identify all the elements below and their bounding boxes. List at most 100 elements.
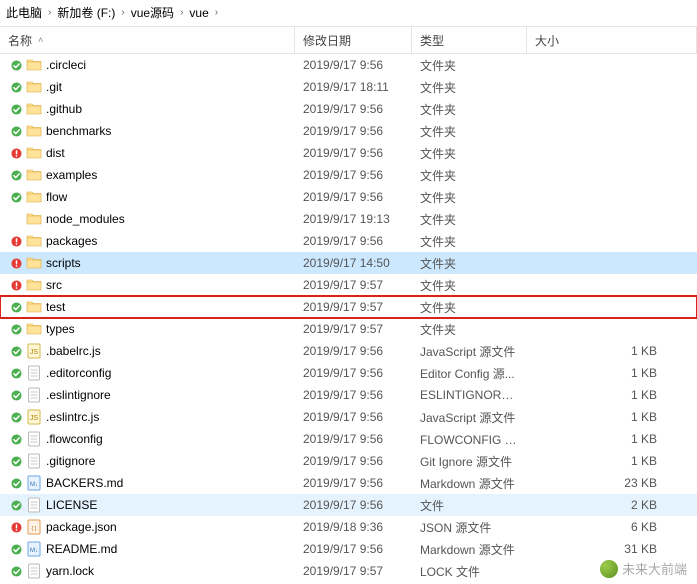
status-ok-icon: [10, 411, 22, 423]
cell-type: FLOWCONFIG 文...: [412, 431, 527, 448]
status-ok-icon: [10, 367, 22, 379]
status-ok-icon: [10, 81, 22, 93]
status-ok-icon: [10, 433, 22, 445]
cell-date: 2019/9/17 9:56: [295, 234, 412, 248]
cell-date: 2019/9/17 9:56: [295, 102, 412, 116]
cell-type: 文件夹: [412, 145, 527, 162]
file-row[interactable]: types2019/9/17 9:57文件夹: [0, 318, 697, 340]
cell-type: LOCK 文件: [412, 563, 527, 580]
cell-date: 2019/9/17 9:56: [295, 146, 412, 160]
folder-icon: [26, 145, 42, 161]
cell-date: 2019/9/17 9:56: [295, 542, 412, 556]
cell-type: Markdown 源文件: [412, 475, 527, 492]
cell-size: 1 KB: [527, 410, 697, 424]
file-name: benchmarks: [46, 124, 111, 138]
file-name: BACKERS.md: [46, 476, 123, 490]
status-ok-icon: [10, 191, 22, 203]
cell-date: 2019/9/17 9:56: [295, 124, 412, 138]
header-size[interactable]: 大小: [527, 27, 697, 53]
file-row[interactable]: .git2019/9/17 18:11文件夹: [0, 76, 697, 98]
file-row[interactable]: .editorconfig2019/9/17 9:56Editor Config…: [0, 362, 697, 384]
file-row[interactable]: flow2019/9/17 9:56文件夹: [0, 186, 697, 208]
file-row[interactable]: scripts 2019/9/17 14:50文件夹: [0, 252, 697, 274]
cell-date: 2019/9/17 19:13: [295, 212, 412, 226]
file-row[interactable]: benchmarks2019/9/17 9:56文件夹: [0, 120, 697, 142]
file-row[interactable]: yarn.lock 2019/9/17 9:57LOCK 文件: [0, 560, 697, 582]
status-none-icon: [10, 213, 22, 225]
file-row[interactable]: node_modules2019/9/17 19:13文件夹: [0, 208, 697, 230]
file-name: types: [46, 322, 75, 336]
cell-date: 2019/9/17 9:56: [295, 476, 412, 490]
file-name: scripts: [46, 256, 81, 270]
breadcrumb-part[interactable]: vue源码: [131, 4, 174, 21]
file-row[interactable]: .eslintignore2019/9/17 9:56ESLINTIGNORE …: [0, 384, 697, 406]
cell-date: 2019/9/17 9:56: [295, 366, 412, 380]
status-warn-icon: [10, 257, 22, 269]
file-row[interactable]: examples2019/9/17 9:56文件夹: [0, 164, 697, 186]
cell-name: .eslintignore: [0, 387, 295, 403]
folder-icon: [26, 123, 42, 139]
file-row[interactable]: dist2019/9/17 9:56文件夹: [0, 142, 697, 164]
cell-type: 文件夹: [412, 167, 527, 184]
folder-icon: [26, 211, 42, 227]
cell-type: Git Ignore 源文件: [412, 453, 527, 470]
file-row[interactable]: JS.babelrc.js2019/9/17 9:56JavaScript 源文…: [0, 340, 697, 362]
cell-date: 2019/9/17 9:57: [295, 564, 412, 578]
file-name: LICENSE: [46, 498, 97, 512]
file-row[interactable]: { }package.json2019/9/18 9:36JSON 源文件6 K…: [0, 516, 697, 538]
file-name: yarn.lock: [46, 564, 94, 578]
cell-size: 31 KB: [527, 542, 697, 556]
header-date[interactable]: 修改日期: [295, 27, 412, 53]
status-ok-icon: [10, 301, 22, 313]
file-list: .circleci2019/9/17 9:56文件夹.git2019/9/17 …: [0, 54, 697, 582]
cell-name: .github: [0, 101, 295, 117]
status-warn-icon: [10, 235, 22, 247]
file-row[interactable]: .github2019/9/17 9:56文件夹: [0, 98, 697, 120]
cell-date: 2019/9/17 9:56: [295, 388, 412, 402]
folder-icon: [26, 299, 42, 315]
breadcrumb-part[interactable]: 新加卷 (F:): [57, 4, 115, 21]
file-row[interactable]: M↓BACKERS.md2019/9/17 9:56Markdown 源文件23…: [0, 472, 697, 494]
js-icon: JS: [26, 409, 42, 425]
folder-icon: [26, 189, 42, 205]
breadcrumb[interactable]: 此电脑 › 新加卷 (F:) › vue源码 › vue ›: [0, 0, 697, 26]
cell-name: test: [0, 299, 295, 315]
file-row[interactable]: src2019/9/17 9:57文件夹: [0, 274, 697, 296]
cell-name: yarn.lock: [0, 563, 295, 579]
cell-type: 文件夹: [412, 255, 527, 272]
cell-type: 文件夹: [412, 101, 527, 118]
file-row[interactable]: LICENSE2019/9/17 9:56文件2 KB: [0, 494, 697, 516]
file-name: README.md: [46, 542, 117, 556]
header-name[interactable]: 名称 ˄: [0, 27, 295, 53]
watermark-text: 未来大前端: [622, 559, 687, 578]
breadcrumb-root[interactable]: 此电脑: [6, 4, 42, 21]
file-row[interactable]: .circleci2019/9/17 9:56文件夹: [0, 54, 697, 76]
file-name: .eslintrc.js: [46, 410, 99, 424]
cell-type: 文件夹: [412, 277, 527, 294]
file-row[interactable]: packages2019/9/17 9:56文件夹: [0, 230, 697, 252]
file-row[interactable]: test2019/9/17 9:57文件夹: [0, 296, 697, 318]
file-row[interactable]: JS.eslintrc.js2019/9/17 9:56JavaScript 源…: [0, 406, 697, 428]
file-row[interactable]: .gitignore2019/9/17 9:56Git Ignore 源文件1 …: [0, 450, 697, 472]
status-warn-icon: [10, 279, 22, 291]
cell-date: 2019/9/18 9:36: [295, 520, 412, 534]
json-icon: { }: [26, 519, 42, 535]
header-date-label: 修改日期: [303, 32, 351, 49]
cell-date: 2019/9/17 14:50: [295, 256, 412, 270]
breadcrumb-part[interactable]: vue: [189, 6, 208, 20]
cell-type: Markdown 源文件: [412, 541, 527, 558]
folder-icon: [26, 233, 42, 249]
header-size-label: 大小: [535, 32, 559, 49]
chevron-right-icon: ›: [180, 7, 183, 18]
file-row[interactable]: M↓README.md2019/9/17 9:56Markdown 源文件31 …: [0, 538, 697, 560]
cell-size: 23 KB: [527, 476, 697, 490]
header-type[interactable]: 类型: [412, 27, 527, 53]
status-ok-icon: [10, 455, 22, 467]
file-row[interactable]: .flowconfig2019/9/17 9:56FLOWCONFIG 文...…: [0, 428, 697, 450]
cell-name: scripts: [0, 255, 295, 271]
cell-name: node_modules: [0, 211, 295, 227]
cell-date: 2019/9/17 9:56: [295, 498, 412, 512]
header-name-label: 名称: [8, 32, 32, 49]
cell-name: M↓BACKERS.md: [0, 475, 295, 491]
cell-date: 2019/9/17 9:56: [295, 344, 412, 358]
